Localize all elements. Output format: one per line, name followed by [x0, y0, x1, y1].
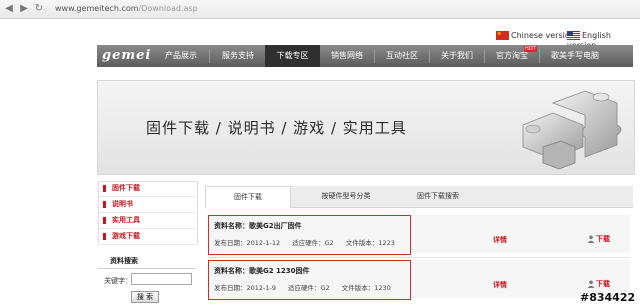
chinese-version-label: Chinese version: [511, 31, 575, 40]
details-link[interactable]: 详情: [493, 235, 507, 245]
china-flag-icon: [496, 31, 509, 40]
user-icon: [587, 235, 595, 243]
nav-item-about[interactable]: 关于我们: [430, 45, 484, 67]
download-link[interactable]: 下载: [587, 234, 610, 244]
sidebar-item-games[interactable]: 游戏下载: [98, 229, 196, 245]
item-date: 发布日期：2012-1-12: [214, 239, 281, 247]
keyword-label: 关键字：: [104, 277, 132, 285]
hot-badge: HOT: [524, 46, 537, 52]
nav-item-handwriting-pc[interactable]: 歌美手写电脑: [540, 45, 610, 67]
download-label: 下载: [596, 235, 610, 243]
item-hardware: 适应硬件：G2: [292, 239, 334, 247]
divider: [98, 268, 196, 269]
address-bar[interactable]: www.gemeitech.com/Download.asp: [55, 2, 198, 16]
watermark-text: #834422: [580, 291, 636, 304]
sidebar-item-manual[interactable]: 说明书: [98, 197, 196, 213]
search-section-title: 资料搜索: [110, 257, 138, 265]
list-item: 资料名称：歌美G2出厂固件 发布日期：2012-1-12 适应硬件：G2 文件版本：…: [208, 215, 411, 255]
nav-item-downloads[interactable]: 下载专区: [265, 45, 320, 67]
forward-icon[interactable]: ▶: [18, 3, 30, 15]
back-icon[interactable]: ◀: [3, 3, 15, 15]
nav-item-sales[interactable]: 销售网络: [320, 45, 374, 67]
tab-firmware-search[interactable]: 固件下载搜索: [383, 186, 493, 207]
item-meta: 发布日期：2012-1-12 适应硬件：G2 文件版本：1223: [214, 237, 407, 247]
item-title: 资料名称：歌美G2出厂固件: [214, 222, 302, 230]
details-link[interactable]: 详情: [493, 280, 507, 290]
download-label: 下载: [596, 280, 610, 288]
browser-toolbar: ◀ ▶ ↻ www.gemeitech.com/Download.asp: [0, 0, 640, 19]
us-flag-icon: [567, 31, 580, 40]
keyword-input[interactable]: [131, 273, 192, 285]
url-host: www.gemeitech.com: [55, 4, 139, 13]
sidebar-menu: 固件下载 说明书 实用工具 游戏下载: [98, 181, 196, 245]
item-date: 发布日期：2012-1-9: [214, 284, 277, 292]
item-version: 文件版本：1223: [345, 239, 395, 247]
item-hardware: 适应硬件：G2: [288, 284, 330, 292]
item-version: 文件版本：1230: [341, 284, 391, 292]
row-divider: [208, 257, 630, 258]
hero-banner: 固件下载 / 说明书 / 游戏 / 实用工具: [97, 80, 635, 175]
main-nav: gemei 产品展示 服务支持 下载专区 销售网络 互动社区 关于我们 官方淘宝…: [97, 45, 633, 67]
tab-firmware[interactable]: 固件下载: [205, 186, 291, 209]
url-path: /Download.asp: [138, 4, 198, 13]
sidebar-item-firmware[interactable]: 固件下载: [98, 181, 196, 197]
download-link[interactable]: 下载: [587, 279, 610, 289]
search-button[interactable]: 搜 索: [131, 291, 159, 303]
nav-item-community[interactable]: 互动社区: [375, 45, 429, 67]
user-icon: [587, 280, 595, 288]
tab-bar: 固件下载 按硬件型号分类 固件下载搜索: [205, 186, 633, 209]
site-logo[interactable]: gemei: [102, 48, 151, 64]
reload-icon[interactable]: ↻: [33, 3, 45, 15]
banner-title: 固件下载 / 说明书 / 游戏 / 实用工具: [146, 119, 407, 137]
item-title: 资料名称：歌美G2 1230固件: [214, 267, 310, 275]
nav-item-products[interactable]: 产品展示: [153, 45, 209, 67]
item-meta: 发布日期：2012-1-9 适应硬件：G2 文件版本：1230: [214, 282, 403, 292]
list-item: 资料名称：歌美G2 1230固件 发布日期：2012-1-9 适应硬件：G2 文件版…: [208, 260, 411, 300]
nav-item-support[interactable]: 服务支持: [210, 45, 266, 67]
chinese-version-link[interactable]: Chinese version: [496, 31, 575, 41]
puzzle-pieces-icon: [522, 90, 622, 170]
sidebar-item-tools[interactable]: 实用工具: [98, 213, 196, 229]
